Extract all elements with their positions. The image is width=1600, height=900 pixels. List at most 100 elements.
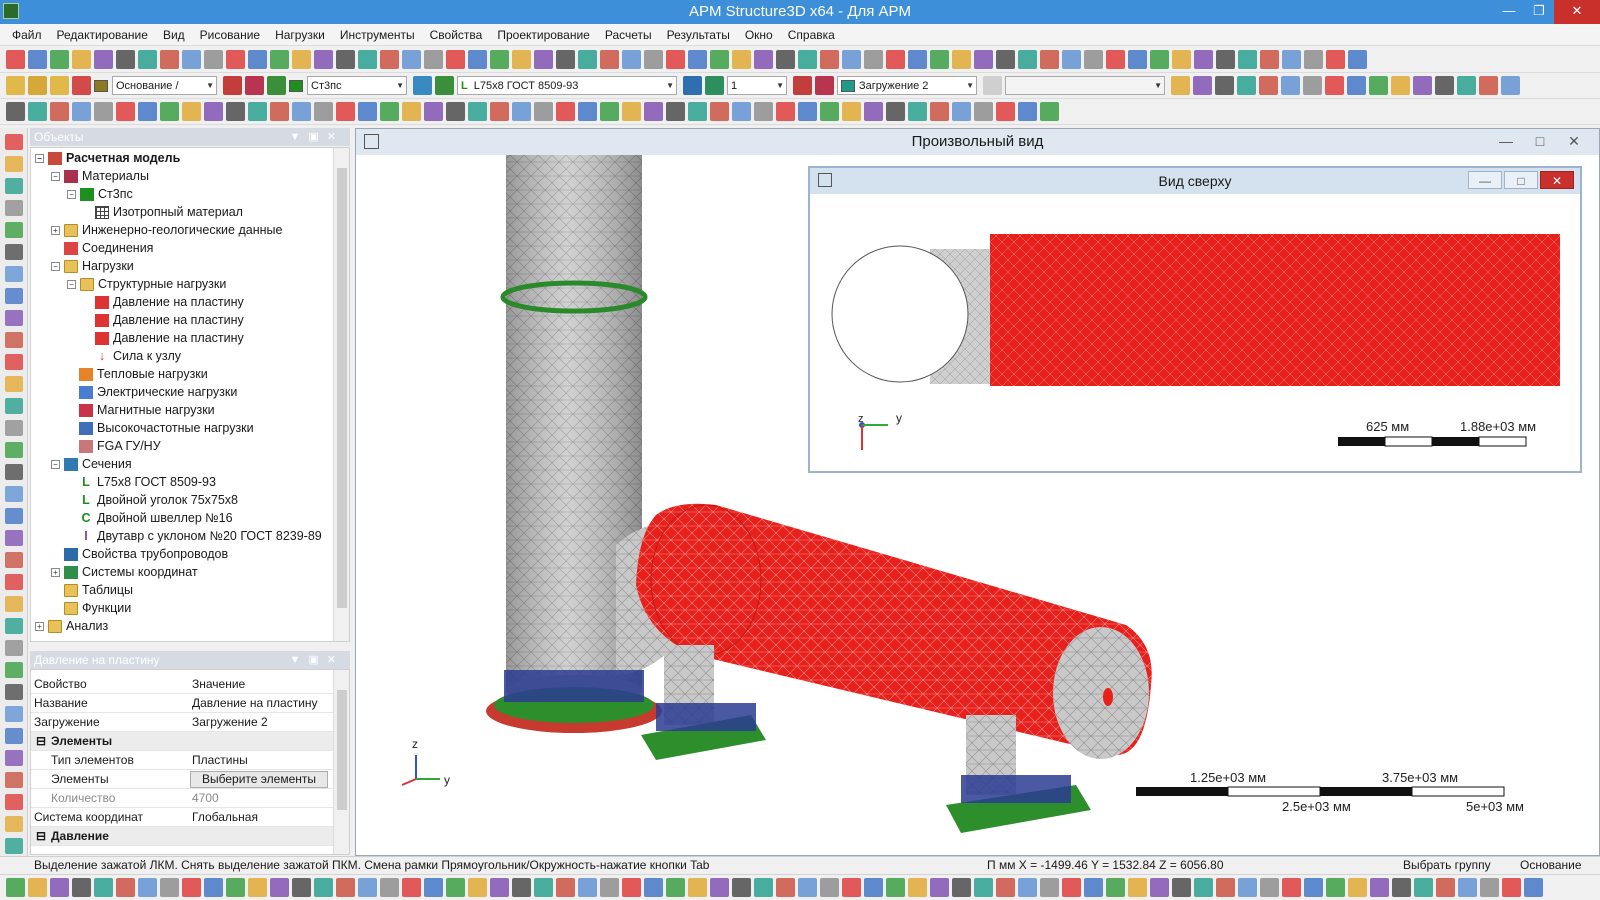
toolbar-tool-icon[interactable] bbox=[908, 50, 927, 69]
tree-item-tables[interactable]: Таблицы bbox=[64, 581, 133, 599]
toolbar-tool-icon[interactable] bbox=[578, 878, 597, 897]
toolbar-tool-icon[interactable] bbox=[1106, 50, 1125, 69]
maximize-button[interactable]: □ bbox=[1504, 171, 1538, 189]
toolbar-tool-icon[interactable] bbox=[446, 50, 465, 69]
prop-coords[interactable]: Система координат Глобальная bbox=[31, 808, 333, 827]
side-tool-icon[interactable] bbox=[5, 750, 23, 766]
side-tool-icon[interactable] bbox=[5, 772, 23, 788]
toolbar-tool-icon[interactable] bbox=[1370, 878, 1389, 897]
toolbar-tool-icon[interactable] bbox=[1216, 50, 1235, 69]
tree-item-fga[interactable]: FGA ГУ/НУ bbox=[79, 437, 161, 455]
toolbar-tool-icon[interactable] bbox=[1348, 878, 1367, 897]
layer-select[interactable]: Основание / ▼ bbox=[112, 76, 217, 95]
toolbar-tool-icon[interactable] bbox=[952, 50, 971, 69]
close-button[interactable]: ✕ bbox=[1557, 131, 1591, 151]
tree-item-pressure-1[interactable]: Давление на пластину bbox=[95, 293, 244, 311]
toolbar-tool-icon[interactable] bbox=[468, 878, 487, 897]
tree-item-st3ps[interactable]: − Ст3пс bbox=[67, 185, 133, 203]
minimize-button[interactable]: — bbox=[1489, 131, 1523, 151]
toolbar-tool-icon[interactable] bbox=[1238, 878, 1257, 897]
toolbar-tool-icon[interactable] bbox=[534, 50, 553, 69]
tree-item-loads[interactable]: − Нагрузки bbox=[51, 257, 134, 275]
toolbar-tool-icon[interactable] bbox=[798, 50, 817, 69]
side-tool-icon[interactable] bbox=[5, 574, 23, 590]
toolbar-tool-icon[interactable] bbox=[732, 102, 751, 121]
toolbar-tool-icon[interactable] bbox=[1171, 76, 1190, 95]
side-tool-icon[interactable] bbox=[5, 596, 23, 612]
maximize-button[interactable]: □ bbox=[1523, 131, 1557, 151]
side-tool-icon[interactable] bbox=[5, 464, 23, 480]
toolbar-tool-icon[interactable] bbox=[556, 878, 575, 897]
toolbar-tool-icon[interactable] bbox=[1348, 50, 1367, 69]
toolbar-tool-icon[interactable] bbox=[1303, 76, 1322, 95]
toolbar-tool-icon[interactable] bbox=[1172, 50, 1191, 69]
toolbar-tool-icon[interactable] bbox=[534, 878, 553, 897]
toolbar-tool-icon[interactable] bbox=[512, 102, 531, 121]
menu-calculations[interactable]: Расчеты bbox=[605, 28, 652, 42]
side-tool-icon[interactable] bbox=[5, 816, 23, 832]
toolbar-tool-icon[interactable] bbox=[490, 50, 509, 69]
toolbar-tool-icon[interactable] bbox=[578, 102, 597, 121]
side-tool-icon[interactable] bbox=[5, 266, 23, 282]
toolbar-tool-icon[interactable] bbox=[512, 878, 531, 897]
tree-item-double-angle[interactable]: L Двойной уголок 75x75x8 bbox=[79, 491, 238, 509]
panel-buttons[interactable]: ▼▣✕ bbox=[290, 128, 345, 146]
toolbar-tool-icon[interactable] bbox=[930, 102, 949, 121]
menu-properties[interactable]: Свойства bbox=[430, 28, 483, 42]
loadcase-edit-icon[interactable] bbox=[815, 76, 834, 95]
toolbar-tool-icon[interactable] bbox=[336, 102, 355, 121]
toolbar-tool-icon[interactable] bbox=[842, 102, 861, 121]
empty-select[interactable]: ▼ bbox=[1005, 76, 1165, 95]
toolbar-tool-icon[interactable] bbox=[1326, 50, 1345, 69]
toolbar-tool-icon[interactable] bbox=[226, 878, 245, 897]
prop-group-pressure[interactable]: ⊟ Давление bbox=[31, 827, 333, 846]
toolbar-tool-icon[interactable] bbox=[1524, 878, 1543, 897]
loadcases-icon[interactable] bbox=[793, 76, 812, 95]
toolbar-tool-icon[interactable] bbox=[1150, 50, 1169, 69]
material-edit-icon[interactable] bbox=[245, 76, 264, 95]
toolbar-tool-icon[interactable] bbox=[578, 50, 597, 69]
toolbar-tool-icon[interactable] bbox=[1369, 76, 1388, 95]
tree-item-model[interactable]: − Расчетная модель bbox=[35, 149, 180, 167]
toolbar-tool-icon[interactable] bbox=[358, 50, 377, 69]
toolbar-tool-icon[interactable] bbox=[1018, 102, 1037, 121]
side-tool-icon[interactable] bbox=[5, 794, 23, 810]
toolbar-tool-icon[interactable] bbox=[50, 50, 69, 69]
toolbar-tool-icon[interactable] bbox=[358, 878, 377, 897]
orient-section-icon[interactable] bbox=[705, 76, 724, 95]
toolbar-tool-icon[interactable] bbox=[380, 102, 399, 121]
toolbar-tool-icon[interactable] bbox=[732, 878, 751, 897]
tree-item-electric-loads[interactable]: Электрические нагрузки bbox=[79, 383, 237, 401]
toolbar-tool-icon[interactable] bbox=[336, 50, 355, 69]
toolbar-tool-icon[interactable] bbox=[666, 50, 685, 69]
toolbar-tool-icon[interactable] bbox=[160, 50, 179, 69]
toolbar-tool-icon[interactable] bbox=[1325, 76, 1344, 95]
toolbar-tool-icon[interactable] bbox=[842, 878, 861, 897]
material-color-icon[interactable] bbox=[267, 76, 286, 95]
toolbar-tool-icon[interactable] bbox=[28, 50, 47, 69]
toolbar-tool-icon[interactable] bbox=[1040, 50, 1059, 69]
table-icon[interactable] bbox=[983, 76, 1002, 95]
side-tool-icon[interactable] bbox=[5, 662, 23, 678]
toolbar-tool-icon[interactable] bbox=[600, 50, 619, 69]
toolbar-tool-icon[interactable] bbox=[116, 102, 135, 121]
toolbar-tool-icon[interactable] bbox=[490, 102, 509, 121]
maximize-button[interactable]: ❐ bbox=[1524, 0, 1554, 24]
toolbar-tool-icon[interactable] bbox=[1128, 50, 1147, 69]
tree-item-sections[interactable]: − Сечения bbox=[51, 455, 132, 473]
toolbar-tool-icon[interactable] bbox=[974, 50, 993, 69]
side-tool-icon[interactable] bbox=[5, 200, 23, 216]
toolbar-tool-icon[interactable] bbox=[1304, 50, 1323, 69]
toolbar-tool-icon[interactable] bbox=[622, 878, 641, 897]
toolbar-tool-icon[interactable] bbox=[292, 102, 311, 121]
tree-item-ibeam[interactable]: I Двутавр с уклоном №20 ГОСТ 8239-89 bbox=[79, 527, 322, 545]
side-tool-icon[interactable] bbox=[5, 288, 23, 304]
tree-item-isotropic[interactable]: Изотропный материал bbox=[95, 203, 243, 221]
toolbar-tool-icon[interactable] bbox=[1018, 50, 1037, 69]
collapse-icon[interactable]: − bbox=[67, 189, 76, 199]
toolbar-tool-icon[interactable] bbox=[1062, 50, 1081, 69]
prop-group-elements[interactable]: ⊟ Элементы bbox=[31, 732, 333, 751]
toolbar-tool-icon[interactable] bbox=[886, 50, 905, 69]
toolbar-tool-icon[interactable] bbox=[6, 878, 25, 897]
top-view-window[interactable]: Вид сверху — □ ✕ z y 625 мм 1.88e+03 мм bbox=[808, 166, 1582, 473]
